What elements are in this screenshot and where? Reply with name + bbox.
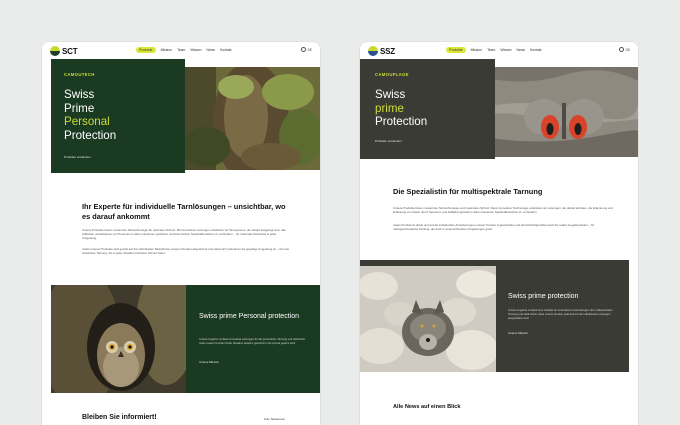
website-preview-sct: SCT Produkte Mission Team Wissen News Ko…: [42, 42, 320, 425]
nav-item-mission[interactable]: Mission: [471, 48, 483, 52]
logo-mark-icon: [50, 46, 60, 56]
owl-image: [51, 285, 186, 393]
nav-item-wissen[interactable]: Wissen: [500, 48, 511, 52]
nav-item-produkte[interactable]: Produkte: [136, 47, 156, 53]
nav-item-kontakt[interactable]: Kontakt: [530, 48, 542, 52]
news-title: Alle News auf einen Blick: [393, 404, 461, 410]
intro-paragraph: Unsere Produkte bieten modernste Tarntec…: [82, 228, 286, 241]
main-nav: Produkte Mission Team Wissen News Kontak…: [446, 47, 541, 53]
newsroom-link[interactable]: Zum Newsroom: [264, 417, 285, 421]
hero-title-line: Swiss: [375, 88, 406, 101]
band-text: Unsere Angebot umfasst eine Vielzahl an …: [508, 309, 613, 320]
hero-cta-link[interactable]: Produkte entdecken: [64, 155, 91, 159]
hero-title-line: Protection: [64, 128, 117, 142]
logo-text: SSZ: [380, 46, 395, 56]
nav-item-wissen[interactable]: Wissen: [190, 48, 201, 52]
hero-title-line: Protection: [375, 115, 428, 128]
hero-image-tree-camouflage: [176, 67, 320, 170]
band-text: Unsere Angebot umfasst innovative Lösung…: [199, 338, 306, 345]
nav-item-team[interactable]: Team: [177, 48, 185, 52]
wolf-sheep-image: [360, 266, 496, 372]
language-switcher[interactable]: DE: [300, 47, 312, 52]
nav-item-produkte[interactable]: Produkte: [446, 47, 466, 53]
website-preview-ssz: SSZ Produkte Mission Team Wissen News Ko…: [360, 42, 638, 425]
logo-text: SCT: [62, 46, 78, 56]
intro-title: Die Spezialistin für multispektrale Tarn…: [393, 187, 543, 196]
globe-icon: [300, 47, 306, 52]
hero-cta-link[interactable]: Produkte entdecken: [375, 139, 402, 143]
nav-item-team[interactable]: Team: [487, 48, 495, 52]
band-link[interactable]: Unsere Mission: [199, 360, 219, 364]
band-title: Swiss prime protection: [508, 293, 579, 300]
newsletter-title: Bleiben Sie informiert!: [82, 414, 157, 421]
intro-paragraph: Jedes Produkt ist direkt und auf die ind…: [393, 223, 595, 232]
language-switcher[interactable]: DE: [618, 47, 630, 52]
intro-title: Ihr Experte für individuelle Tarnlösunge…: [82, 202, 286, 221]
intro-paragraph: Unsere Produkte bieten modernste Tarntec…: [393, 206, 613, 215]
site-header: SSZ Produkte Mission Team Wissen News Ko…: [360, 42, 638, 59]
nav-item-mission[interactable]: Mission: [161, 48, 173, 52]
hero-title-line: Prime: [64, 101, 95, 115]
site-header: SCT Produkte Mission Team Wissen News Ko…: [42, 42, 320, 59]
band-title: Swiss prime Personal protection: [199, 313, 299, 320]
globe-icon: [618, 47, 624, 52]
nav-item-kontakt[interactable]: Kontakt: [220, 48, 232, 52]
hero-title-line-highlight: prime: [375, 101, 404, 115]
hero-image-moth-bark: [484, 67, 638, 157]
language-label: DE: [307, 47, 312, 52]
site-logo[interactable]: SSZ: [368, 46, 395, 56]
intro-paragraph: Jedes unserer Produkte wird gezielt auf …: [82, 247, 290, 256]
nav-item-news[interactable]: News: [517, 48, 525, 52]
hero-eyebrow: CAMOUTECH: [64, 72, 95, 77]
logo-mark-icon: [368, 46, 378, 56]
hero-eyebrow: CAMOUFLAGE: [375, 72, 409, 77]
hero-title: Swiss prime Protection: [375, 88, 427, 129]
hero-title: Swiss Prime Personal Protection: [64, 88, 116, 142]
main-nav: Produkte Mission Team Wissen News Kontak…: [136, 47, 231, 53]
hero-title-line-highlight: Personal: [64, 115, 110, 128]
language-label: DE: [625, 47, 630, 52]
hero-title-line: Swiss: [64, 88, 95, 101]
site-logo[interactable]: SCT: [50, 46, 78, 56]
band-link[interactable]: Unsere Mission: [508, 331, 528, 335]
nav-item-news[interactable]: News: [207, 48, 215, 52]
